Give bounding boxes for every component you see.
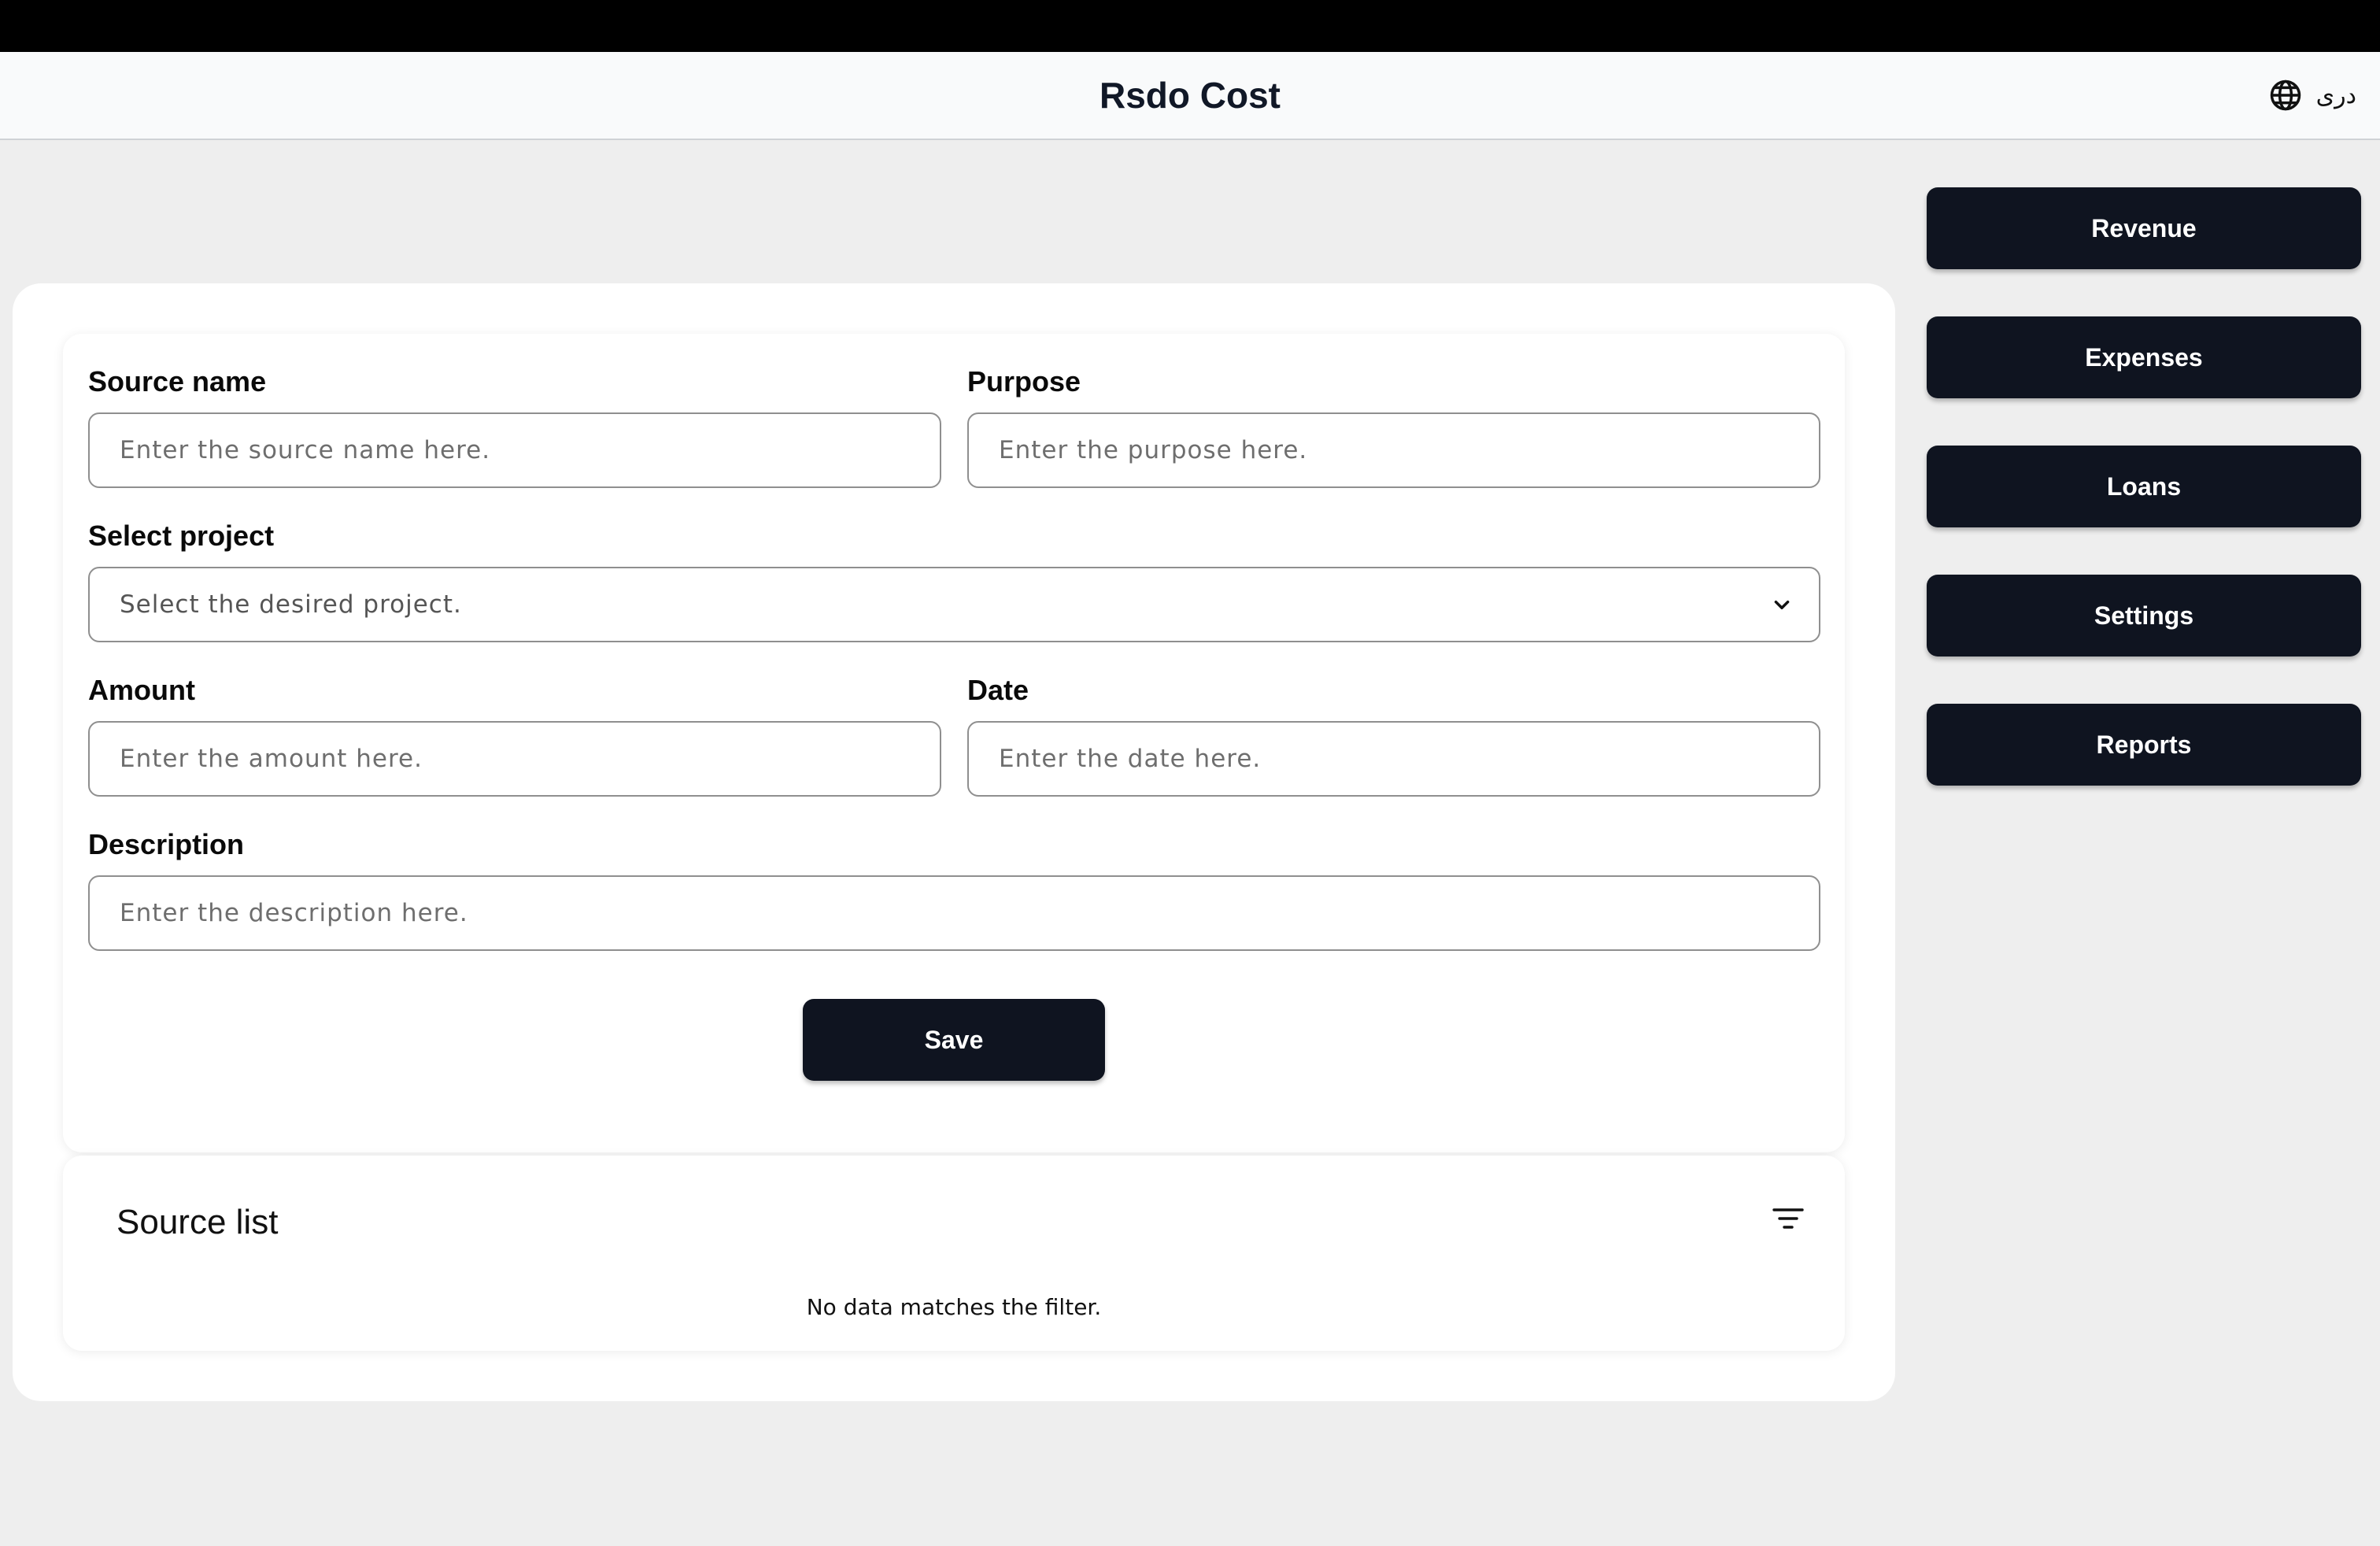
nav-revenue-button[interactable]: Revenue bbox=[1927, 187, 2361, 269]
save-button[interactable]: Save bbox=[803, 999, 1105, 1081]
system-top-bar bbox=[0, 0, 2380, 52]
main-content-card: Source name Purpose Select project Selec… bbox=[13, 283, 1895, 1401]
project-select-value: Select the desired project. bbox=[120, 590, 462, 619]
empty-state-message: No data matches the filter. bbox=[806, 1294, 1102, 1320]
globe-icon bbox=[2269, 79, 2302, 112]
project-select[interactable]: Select the desired project. bbox=[88, 567, 1820, 642]
chevron-down-icon bbox=[1772, 595, 1792, 616]
source-name-input[interactable] bbox=[88, 412, 941, 488]
description-label: Description bbox=[88, 828, 245, 860]
side-navigation: Revenue Expenses Loans Settings Reports bbox=[1927, 187, 2361, 833]
source-name-label: Source name bbox=[88, 365, 267, 398]
language-switcher[interactable]: دری bbox=[2269, 74, 2356, 117]
source-form: Source name Purpose Select project Selec… bbox=[63, 334, 1845, 1152]
nav-expenses-button[interactable]: Expenses bbox=[1927, 316, 2361, 398]
date-input[interactable] bbox=[967, 721, 1820, 797]
filter-icon[interactable] bbox=[1772, 1206, 1804, 1231]
purpose-label: Purpose bbox=[967, 365, 1081, 398]
source-list-title: Source list bbox=[116, 1203, 279, 1241]
purpose-input[interactable] bbox=[967, 412, 1820, 488]
amount-label: Amount bbox=[88, 674, 195, 706]
amount-input[interactable] bbox=[88, 721, 941, 797]
description-input[interactable] bbox=[88, 875, 1820, 951]
date-label: Date bbox=[967, 674, 1029, 706]
app-header: Rsdo Cost دری bbox=[0, 52, 2380, 140]
nav-loans-button[interactable]: Loans bbox=[1927, 446, 2361, 527]
source-list-card: Source list No data matches the filter. bbox=[63, 1156, 1845, 1351]
app-title: Rsdo Cost bbox=[1099, 75, 1281, 116]
select-project-label: Select project bbox=[88, 520, 275, 552]
nav-reports-button[interactable]: Reports bbox=[1927, 704, 2361, 786]
nav-settings-button[interactable]: Settings bbox=[1927, 575, 2361, 656]
language-label: دری bbox=[2315, 81, 2356, 109]
